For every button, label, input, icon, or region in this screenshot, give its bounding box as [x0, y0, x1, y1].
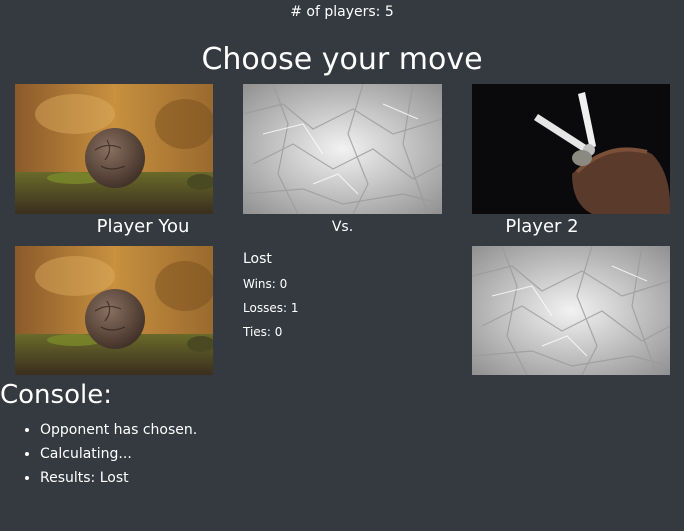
player-you-move [15, 246, 213, 375]
scissors-choice-button[interactable] [472, 84, 670, 214]
wins-count: Wins: 0 [243, 277, 288, 291]
page-title: Choose your move [201, 42, 483, 77]
player-two-move [472, 246, 670, 375]
player-you-label: Player You [96, 216, 190, 237]
console-message: Calculating... [40, 442, 197, 466]
console-log: Opponent has chosen. Calculating... Resu… [0, 418, 197, 490]
paper-image [472, 246, 670, 375]
players-count: # of players: 5 [290, 4, 394, 20]
scissors-image [472, 84, 670, 214]
rock-choice-button[interactable] [15, 84, 213, 214]
losses-count: Losses: 1 [243, 301, 299, 315]
console-message: Results: Lost [40, 466, 197, 490]
rock-image [15, 84, 213, 214]
result-status: Lost [243, 251, 272, 267]
versus-label: Vs. [331, 219, 354, 235]
player-two-label: Player 2 [505, 216, 579, 237]
console-title: Console: [0, 380, 112, 410]
paper-choice-button[interactable] [243, 84, 442, 214]
console-message: Opponent has chosen. [40, 418, 197, 442]
game-page: # of players: 5 Choose your move Player … [0, 0, 684, 531]
rock-image [15, 246, 213, 375]
ties-count: Ties: 0 [243, 325, 283, 339]
paper-image [243, 84, 442, 214]
